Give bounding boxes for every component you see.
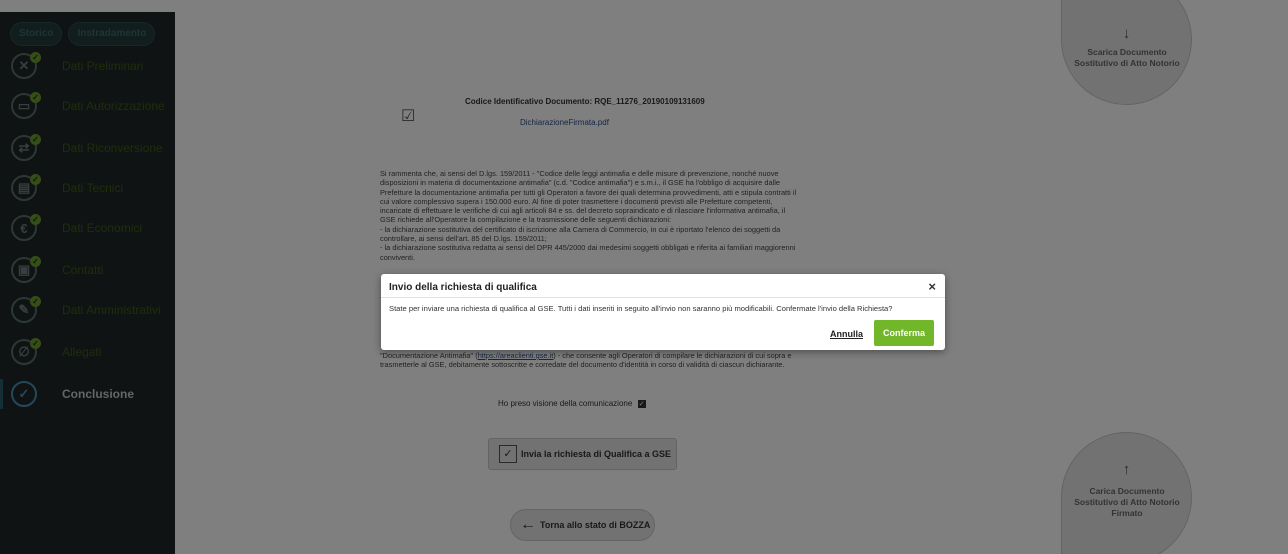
confirm-request-modal: Invio della richiesta di qualifica × Sta…: [381, 274, 945, 350]
modal-divider: [381, 297, 945, 298]
modal-message: State per inviare una richiesta di quali…: [389, 304, 893, 313]
cancel-button[interactable]: Annulla: [830, 329, 863, 339]
confirm-button[interactable]: Conferma: [874, 320, 934, 346]
modal-title: Invio della richiesta di qualifica: [389, 282, 537, 293]
close-icon[interactable]: ×: [928, 279, 936, 294]
